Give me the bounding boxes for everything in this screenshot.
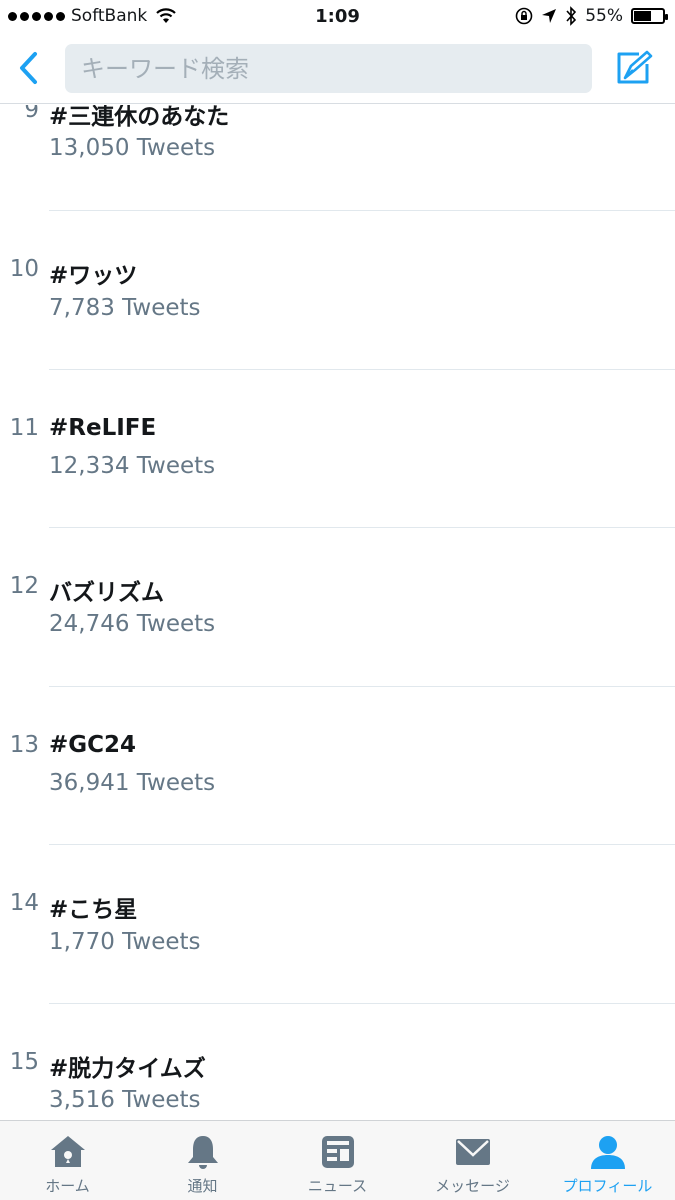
tab-messages[interactable]: メッセージ [405,1121,540,1200]
trend-item[interactable]: 11 #ReLIFE 12,334 Tweets [0,402,675,560]
trend-rank: 14 [9,890,39,916]
tab-news[interactable]: ニュース [270,1121,405,1200]
tab-label: ホーム [45,1177,90,1195]
tab-label: プロフィール [562,1177,653,1195]
chevron-left-icon[interactable] [12,48,46,88]
trend-item[interactable]: 10 #ワッツ 7,783 Tweets [0,243,675,401]
trend-rank: 15 [9,1049,39,1075]
trend-tweet-count: 1,770 Tweets [49,929,201,955]
tab-notifications[interactable]: 通知 [135,1121,270,1200]
trend-tweet-count: 3,516 Tweets [49,1087,201,1113]
trend-rank: 13 [9,732,39,758]
trend-tweet-count: 7,783 Tweets [49,295,201,321]
status-bar: SoftBank 1:09 55% [0,0,675,34]
trend-item[interactable]: 13 #GC24 36,941 Tweets [0,719,675,877]
orientation-lock-icon [515,7,533,25]
trend-name: #こち星 [49,897,138,923]
home-icon [50,1136,85,1167]
battery-level [634,11,651,21]
divider [49,844,675,845]
bluetooth-icon [566,6,577,26]
trend-item[interactable]: 14 #こち星 1,770 Tweets [0,877,675,1035]
trend-name: #ワッツ [49,263,138,289]
tab-bar: ホーム 通知 ニュース メッセージ プロフィール [0,1120,675,1200]
trends-list: 9 #三連休のあなた 13,050 Tweets 10 #ワッツ 7,783 T… [0,105,675,1120]
trend-name: #脱力タイムズ [49,1056,206,1082]
divider [49,527,675,528]
tab-profile[interactable]: プロフィール [540,1121,675,1200]
location-arrow-icon [542,9,557,23]
divider [49,1003,675,1004]
search-nav-bar [0,34,675,104]
trend-name: #三連休のあなた [49,105,230,130]
trend-rank: 12 [9,573,39,599]
envelope-icon [455,1139,490,1165]
trend-rank: 10 [9,256,39,282]
battery-percent: 55% [585,6,623,26]
trend-tweet-count: 36,941 Tweets [49,770,216,796]
tab-label: メッセージ [435,1177,510,1195]
battery-icon [631,8,668,24]
divider [49,686,675,687]
trend-tweet-count: 24,746 Tweets [49,611,216,637]
trend-name: #GC24 [49,732,137,758]
profile-icon [590,1136,625,1169]
tab-label: 通知 [187,1177,218,1195]
search-input[interactable] [65,44,592,93]
bell-icon [187,1136,218,1169]
trend-item[interactable]: 12 バズリズム 24,746 Tweets [0,560,675,718]
trend-item[interactable]: 15 #脱力タイムズ 3,516 Tweets [0,1036,675,1120]
trend-rank: 9 [24,105,39,123]
compose-tweet-icon[interactable] [613,48,653,88]
trend-name: バズリズム [49,580,164,606]
tab-home[interactable]: ホーム [0,1121,135,1200]
news-icon [321,1136,354,1168]
trend-rank: 11 [9,415,39,441]
trend-tweet-count: 13,050 Tweets [49,135,216,161]
trend-item[interactable]: 9 #三連休のあなた 13,050 Tweets [0,105,675,243]
status-right: 55% [515,6,668,26]
trend-name: #ReLIFE [49,415,157,441]
divider [49,369,675,370]
divider [49,210,675,211]
tab-label: ニュース [307,1177,368,1195]
trend-tweet-count: 12,334 Tweets [49,453,216,479]
